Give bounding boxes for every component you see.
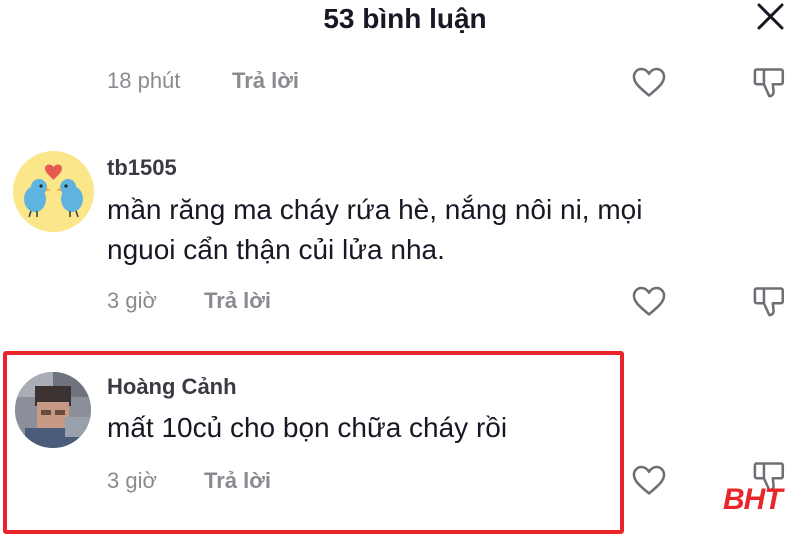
like-heart-icon[interactable]: [630, 282, 668, 320]
comment-text-line: nguoi cẩn thận củi lửa nha.: [107, 234, 445, 265]
comment-timestamp: 3 giờ: [107, 468, 157, 493]
comment-username[interactable]: tb1505: [107, 155, 177, 181]
blurred-user-photo-icon: [15, 372, 91, 448]
avatar[interactable]: [15, 372, 91, 448]
comment-timestamp: 18 phút: [107, 68, 181, 93]
avatar[interactable]: [13, 151, 94, 232]
bird-couple-avatar-icon: [24, 164, 83, 218]
comment-timestamp: 3 giờ: [107, 288, 157, 313]
dislike-icon[interactable]: [750, 283, 788, 321]
close-button[interactable]: [752, 0, 788, 36]
reply-button[interactable]: Trả lời: [232, 68, 299, 94]
dislike-icon[interactable]: [750, 64, 788, 102]
reply-button[interactable]: Trả lời: [204, 468, 271, 494]
reply-button[interactable]: Trả lời: [204, 288, 271, 314]
close-icon: [757, 3, 784, 30]
watermark-logo: BHT: [723, 483, 783, 516]
comment-text-line: mần răng ma cháy rứa hè, nắng nôi ni, mọ…: [107, 194, 643, 225]
like-heart-icon[interactable]: [630, 63, 668, 101]
like-heart-icon[interactable]: [630, 461, 668, 499]
comment-username[interactable]: Hoàng Cảnh: [107, 374, 237, 400]
comments-count-title: 53 bình luận: [323, 3, 487, 34]
comment-text-line: mất 10củ cho bọn chữa cháy rồi: [107, 412, 508, 443]
